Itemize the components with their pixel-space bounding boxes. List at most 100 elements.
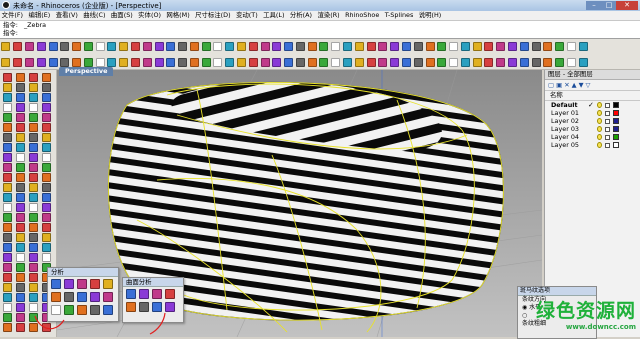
- toolbar-command-icon[interactable]: [29, 183, 38, 192]
- layer-row[interactable]: Layer 05: [545, 141, 640, 149]
- toolbar-command-icon[interactable]: [16, 143, 25, 152]
- toolbar-command-icon[interactable]: [130, 42, 140, 51]
- layer-color-swatch[interactable]: [613, 118, 619, 124]
- toolbar-command-icon[interactable]: [578, 58, 588, 67]
- menu-transform[interactable]: 变动(T): [234, 11, 259, 20]
- toolbar-command-icon[interactable]: [248, 58, 258, 67]
- layer-color-swatch[interactable]: [613, 126, 619, 132]
- toolbar-command-icon[interactable]: [16, 303, 25, 312]
- toolbar-command-icon[interactable]: [460, 42, 470, 51]
- toolbar-command-icon[interactable]: [16, 203, 25, 212]
- toolbar-command-icon[interactable]: [29, 323, 38, 332]
- toolbar-command-icon[interactable]: [90, 279, 100, 289]
- toolbar-command-icon[interactable]: [119, 42, 129, 51]
- toolbar-command-icon[interactable]: [3, 273, 12, 282]
- delete-layer-icon[interactable]: ✕: [564, 81, 569, 89]
- toolbar-command-icon[interactable]: [3, 253, 12, 262]
- toolbar-command-icon[interactable]: [437, 42, 447, 51]
- toolbar-command-icon[interactable]: [29, 283, 38, 292]
- toolbar-command-icon[interactable]: [272, 58, 282, 67]
- toolbar-command-icon[interactable]: [543, 42, 553, 51]
- toolbar-command-icon[interactable]: [401, 42, 411, 51]
- toolbar-command-icon[interactable]: [77, 292, 87, 302]
- layer-lock-icon[interactable]: [605, 111, 610, 116]
- toolbar-command-icon[interactable]: [36, 42, 46, 51]
- toolbar-command-icon[interactable]: [449, 42, 459, 51]
- new-sublayer-icon[interactable]: ▣: [556, 81, 562, 89]
- toolbar-command-icon[interactable]: [178, 58, 188, 67]
- layers-column-header[interactable]: 名称: [545, 91, 640, 101]
- move-down-icon[interactable]: ▼: [579, 81, 584, 89]
- toolbar-command-icon[interactable]: [42, 153, 51, 162]
- toolbar-command-icon[interactable]: [60, 58, 70, 67]
- toolbar-command-icon[interactable]: [51, 305, 61, 315]
- toolbar-command-icon[interactable]: [3, 163, 12, 172]
- toolbar-command-icon[interactable]: [284, 42, 294, 51]
- layer-lock-icon[interactable]: [605, 135, 610, 140]
- toolbar-command-icon[interactable]: [484, 58, 494, 67]
- radio-icon[interactable]: ◉: [522, 304, 527, 311]
- menu-rhinoshoe[interactable]: RhinoShoe: [343, 11, 380, 20]
- toolbar-command-icon[interactable]: [42, 183, 51, 192]
- toolbar-command-icon[interactable]: [319, 42, 329, 51]
- menu-tools[interactable]: 工具(L): [262, 11, 287, 20]
- toolbar-command-icon[interactable]: [201, 42, 211, 51]
- toolbar-command-icon[interactable]: [3, 323, 12, 332]
- toolbar-command-icon[interactable]: [16, 243, 25, 252]
- toolbar-command-icon[interactable]: [3, 193, 12, 202]
- toolbar-command-icon[interactable]: [77, 279, 87, 289]
- toolbar-command-icon[interactable]: [95, 42, 105, 51]
- toolbar-command-icon[interactable]: [64, 305, 74, 315]
- toolbar-command-icon[interactable]: [24, 58, 34, 67]
- toolbar-command-icon[interactable]: [103, 279, 113, 289]
- toolbar-command-icon[interactable]: [507, 58, 517, 67]
- toolbar-command-icon[interactable]: [42, 113, 51, 122]
- toolbar-command-icon[interactable]: [29, 293, 38, 302]
- layer-lock-icon[interactable]: [605, 143, 610, 148]
- toolbar-command-icon[interactable]: [29, 303, 38, 312]
- toolbar-command-icon[interactable]: [29, 163, 38, 172]
- toolbar-command-icon[interactable]: [3, 213, 12, 222]
- toolbar-command-icon[interactable]: [42, 83, 51, 92]
- toolbar-command-icon[interactable]: [42, 193, 51, 202]
- toolbar-command-icon[interactable]: [248, 42, 258, 51]
- toolbar-command-icon[interactable]: [555, 58, 565, 67]
- toolbar-command-icon[interactable]: [378, 58, 388, 67]
- layer-row[interactable]: Layer 01: [545, 109, 640, 117]
- toolbar-command-icon[interactable]: [130, 58, 140, 67]
- toolbar-command-icon[interactable]: [1, 58, 11, 67]
- toolbar-command-icon[interactable]: [103, 292, 113, 302]
- toolbar-command-icon[interactable]: [531, 58, 541, 67]
- toolbar-command-icon[interactable]: [390, 58, 400, 67]
- toolbar-command-icon[interactable]: [64, 279, 74, 289]
- toolbar-command-icon[interactable]: [154, 42, 164, 51]
- toolbar-command-icon[interactable]: [29, 113, 38, 122]
- toolbar-command-icon[interactable]: [225, 58, 235, 67]
- toolbar-command-icon[interactable]: [16, 93, 25, 102]
- toolbar-command-icon[interactable]: [413, 42, 423, 51]
- toolbar-command-icon[interactable]: [16, 223, 25, 232]
- toolbar-command-icon[interactable]: [16, 133, 25, 142]
- toolbar-command-icon[interactable]: [42, 173, 51, 182]
- toolbar-command-icon[interactable]: [139, 302, 149, 312]
- menu-tsplines[interactable]: T-Splines: [383, 11, 415, 20]
- new-layer-icon[interactable]: ▢: [548, 81, 554, 89]
- toolbar-command-icon[interactable]: [16, 313, 25, 322]
- toolbar-command-icon[interactable]: [331, 42, 341, 51]
- toolbar-command-icon[interactable]: [366, 42, 376, 51]
- toolbar-command-icon[interactable]: [60, 42, 70, 51]
- close-button[interactable]: ✕: [616, 1, 638, 10]
- toolbar-command-icon[interactable]: [16, 293, 25, 302]
- toolbar-command-icon[interactable]: [16, 323, 25, 332]
- move-up-icon[interactable]: ▲: [572, 81, 577, 89]
- toolbar-command-icon[interactable]: [237, 42, 247, 51]
- filter-icon[interactable]: ▽: [586, 81, 591, 89]
- toolbar-command-icon[interactable]: [152, 302, 162, 312]
- toolbar-command-icon[interactable]: [16, 193, 25, 202]
- toolbar-command-icon[interactable]: [107, 42, 117, 51]
- toolbar-command-icon[interactable]: [16, 233, 25, 242]
- toolbar-command-icon[interactable]: [42, 233, 51, 242]
- toolbar-command-icon[interactable]: [72, 58, 82, 67]
- toolbar-command-icon[interactable]: [16, 183, 25, 192]
- toolbar-command-icon[interactable]: [126, 289, 136, 299]
